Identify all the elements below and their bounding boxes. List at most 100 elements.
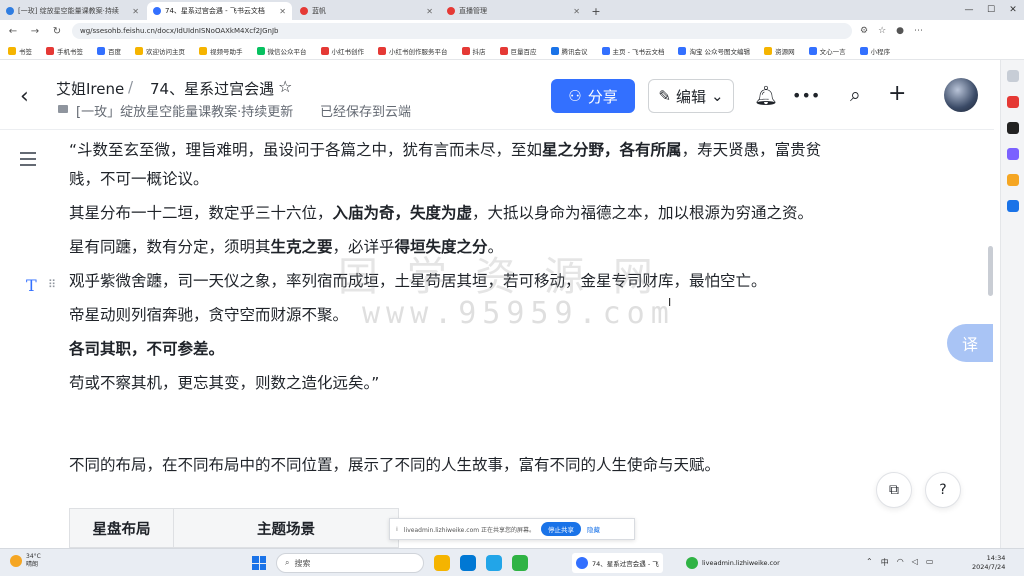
- bookmark-label: 资源网: [775, 47, 795, 56]
- browser-tab[interactable]: [一玫] 绽放星空能量课教案·持续 ✕: [0, 2, 145, 20]
- bookmark-favicon-icon: [550, 46, 559, 55]
- store-icon[interactable]: [486, 555, 502, 571]
- bookmark-item[interactable]: 腾讯会议: [550, 46, 588, 56]
- doc-paragraph[interactable]: 各司其职，不可参差。: [69, 332, 909, 366]
- side-panel-icon[interactable]: [1006, 70, 1019, 82]
- bookmark-item[interactable]: 手机书签: [46, 46, 83, 56]
- tab-close-icon[interactable]: ✕: [279, 7, 286, 16]
- favorite-star-icon[interactable]: ☆: [278, 77, 292, 96]
- file-explorer-icon[interactable]: [434, 555, 450, 571]
- search-icon[interactable]: ⌕: [850, 84, 861, 106]
- doc-paragraph[interactable]: 贱，不可一概论议。: [69, 162, 909, 196]
- chrome-icon[interactable]: [512, 555, 528, 571]
- doc-title[interactable]: 74、星系过宫会遇: [150, 78, 274, 99]
- share-button[interactable]: ⚇ 分享: [551, 79, 635, 113]
- browser-tab[interactable]: 蓝帆 ✕: [294, 2, 439, 20]
- browser-tab[interactable]: 74、星系过宫会遇 - 飞书云文档 ✕: [147, 2, 292, 20]
- system-clock[interactable]: 14:34 2024/7/24: [972, 554, 1005, 572]
- doc-paragraph[interactable]: 其星分布一十二垣，数定乎三十六位，入庙为奇，失度为虚，大抵以身命为福德之本，加以…: [69, 196, 909, 230]
- taskbar: 34°C 晴朗 ⌕ 搜索 74、星系过宫会遇 - 飞 liveadmin.liz…: [0, 548, 1024, 576]
- bookmark-item[interactable]: 视频号助手: [199, 46, 243, 56]
- bookmark-favicon-icon: [199, 46, 207, 55]
- bookmark-item[interactable]: 小程序: [859, 46, 890, 56]
- tray-chevron-icon[interactable]: ⌃: [866, 557, 873, 568]
- windows-start-icon[interactable]: [252, 556, 266, 570]
- side-panel-icon[interactable]: [1006, 174, 1019, 186]
- table-header-cell[interactable]: 主题场景: [174, 509, 398, 547]
- bell-icon[interactable]: 🔔︎: [754, 84, 778, 107]
- avatar[interactable]: [944, 78, 978, 112]
- bookmark-star-icon[interactable]: ☆: [878, 26, 886, 36]
- drag-handle-icon[interactable]: ⠿: [48, 278, 56, 291]
- bookmark-item[interactable]: 微信公众平台: [256, 46, 307, 56]
- extensions-icon[interactable]: ⚙: [860, 26, 868, 36]
- translate-label: 译: [961, 335, 978, 354]
- wifi-icon[interactable]: ◠: [897, 557, 904, 568]
- maximize-icon[interactable]: ☐: [980, 0, 1002, 20]
- grip-icon: ⁞: [396, 525, 398, 533]
- bookmark-item[interactable]: 主页 - 飞书云文档: [601, 46, 664, 56]
- browser-tab[interactable]: 直播管理 ✕: [441, 2, 586, 20]
- scroll-thumb[interactable]: [988, 246, 993, 296]
- bookmark-label: 视频号助手: [210, 47, 243, 56]
- edit-mode-button[interactable]: ✎ 编辑 ⌄: [648, 79, 734, 113]
- reload-icon[interactable]: ↻: [50, 26, 64, 37]
- volume-icon[interactable]: ◁: [912, 557, 918, 568]
- bookmark-item[interactable]: 欢迎访问主页: [135, 46, 185, 56]
- bookmark-item[interactable]: 小红书创作服务平台: [378, 46, 448, 56]
- bookmark-item[interactable]: 巨量百应: [499, 46, 537, 56]
- breadcrumb[interactable]: [一玫」绽放星空能量课教案·持续更新: [76, 101, 293, 120]
- table-header-cell[interactable]: 星盘布局: [70, 509, 174, 547]
- tab-close-icon[interactable]: ✕: [426, 7, 433, 16]
- bookmark-item[interactable]: 资源网: [764, 46, 795, 56]
- profile-icon[interactable]: ●: [896, 26, 904, 36]
- side-panel-icon[interactable]: [1006, 148, 1019, 160]
- weather-widget[interactable]: 34°C 晴朗: [10, 553, 41, 569]
- more-dots-icon[interactable]: •••: [792, 86, 820, 105]
- bookmarks-bar: 书签 手机书签 百度 欢迎访问主页 视频号助手 微信公众平台 小红书创作 小红书创作服务平台 抖…: [0, 42, 1024, 60]
- edge-browser-icon[interactable]: [460, 555, 476, 571]
- back-arrow-icon[interactable]: ‹: [20, 84, 29, 109]
- author-name[interactable]: 艾姐Irene: [56, 78, 124, 99]
- title-separator: /: [128, 78, 134, 96]
- tab-title: 蓝帆: [312, 7, 326, 15]
- bookmark-item[interactable]: 小红书创作: [320, 46, 364, 56]
- side-panel-icon[interactable]: [1006, 122, 1019, 134]
- doc-paragraph[interactable]: 苟或不察其机，更忘其变，则数之造化远矣。”: [69, 366, 909, 400]
- tab-close-icon[interactable]: ✕: [573, 7, 580, 16]
- doc-table-header[interactable]: 星盘布局 主题场景: [69, 508, 399, 548]
- bookmark-item[interactable]: 百度: [97, 46, 121, 56]
- comment-icon[interactable]: ⧉: [876, 472, 912, 508]
- input-language[interactable]: 中: [881, 557, 889, 568]
- system-tray: ⌃ 中 ◠ ◁ ▭: [866, 557, 933, 568]
- url-input[interactable]: wg/ssesohb.feishu.cn/docx/IdUIdnISNoOAXk…: [72, 23, 852, 39]
- bookmark-item[interactable]: 书签: [8, 46, 32, 56]
- forward-nav-icon[interactable]: →: [28, 26, 42, 37]
- tab-title: 74、星系过宫会遇 - 飞书云文档: [165, 7, 265, 15]
- translate-button[interactable]: 译: [947, 324, 993, 362]
- stop-sharing-button[interactable]: 停止共享: [541, 522, 582, 536]
- minimize-icon[interactable]: —: [958, 0, 980, 20]
- battery-icon[interactable]: ▭: [926, 557, 934, 568]
- toc-icon[interactable]: [20, 152, 36, 170]
- text-block-icon[interactable]: T: [26, 276, 37, 295]
- bookmark-item[interactable]: 淘宝 公众号图文编辑: [678, 46, 750, 56]
- side-panel-icon[interactable]: [1006, 200, 1019, 212]
- add-icon[interactable]: +: [888, 81, 906, 106]
- new-tab-button[interactable]: +: [588, 2, 604, 20]
- back-nav-icon[interactable]: ←: [6, 26, 20, 37]
- taskbar-app-feishu[interactable]: 74、星系过宫会遇 - 飞: [572, 553, 663, 573]
- help-button[interactable]: ?: [925, 472, 961, 508]
- taskbar-search-input[interactable]: ⌕ 搜索: [276, 553, 424, 573]
- hide-notice-button[interactable]: 隐藏: [587, 524, 600, 534]
- doc-paragraph[interactable]: “斗数至玄至微，理旨难明，虽设问于各篇之中，犹有言而未尽，至如星之分野，各有所属…: [69, 138, 909, 162]
- bookmark-item[interactable]: 抖店: [461, 46, 486, 56]
- bookmark-item[interactable]: 文心一言: [808, 46, 846, 56]
- tab-close-icon[interactable]: ✕: [132, 7, 139, 16]
- summary-paragraph[interactable]: 不同的布局，在不同布局中的不同位置，展示了不同的人生故事，富有不同的人生使命与天…: [69, 453, 720, 475]
- close-window-icon[interactable]: ✕: [1002, 0, 1024, 20]
- side-panel-icon[interactable]: [1006, 96, 1019, 108]
- menu-dots-icon[interactable]: ⋯: [914, 26, 923, 36]
- bookmark-favicon-icon: [320, 46, 329, 55]
- taskbar-app-browser[interactable]: liveadmin.lizhiweike.cor: [682, 553, 784, 573]
